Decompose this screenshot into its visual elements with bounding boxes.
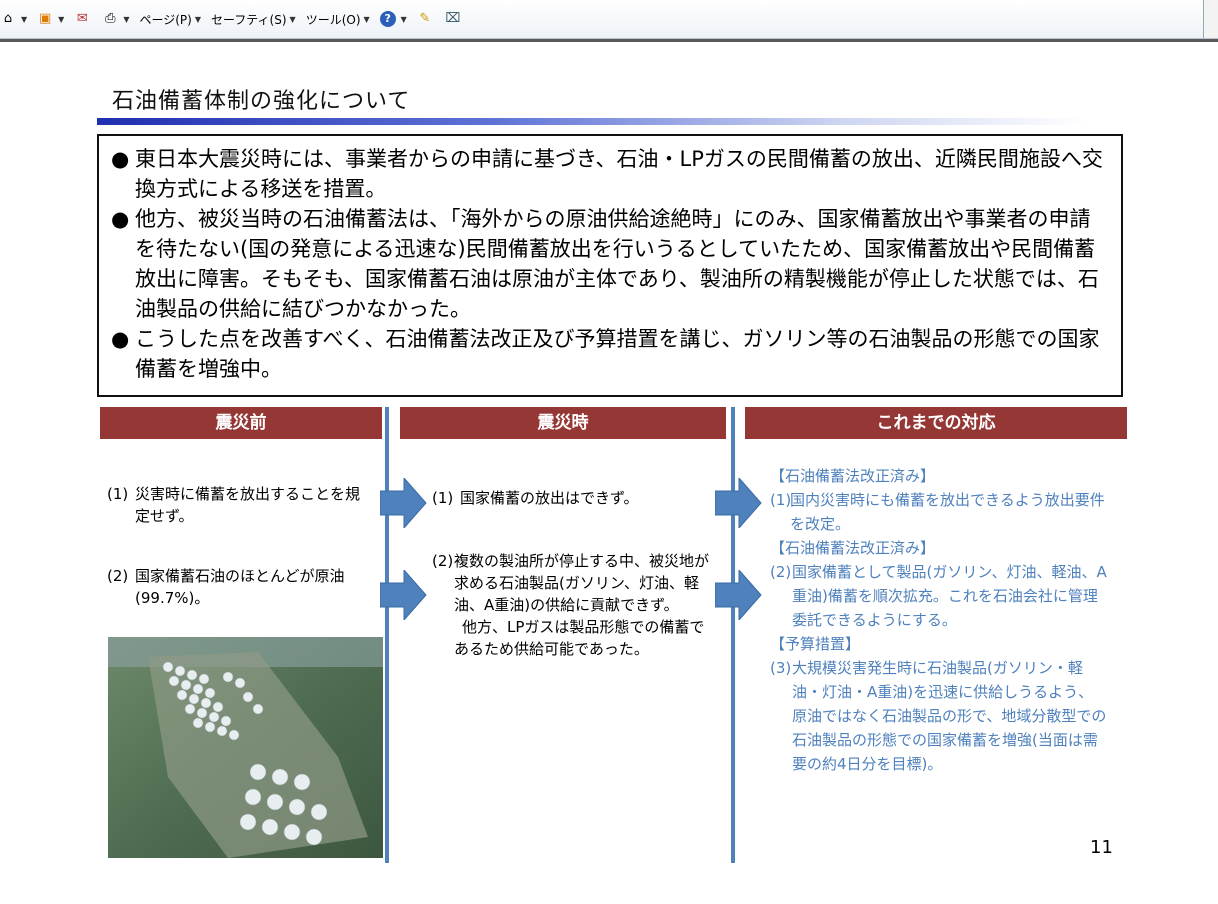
page-number: 11 (1090, 837, 1113, 858)
column-header-before: 震災前 (100, 407, 382, 439)
tools-menu[interactable]: ツール(O) ▼ (306, 9, 370, 29)
arrow-right-icon (380, 570, 427, 620)
response-heading: 【予算措置】 (770, 635, 861, 653)
bullet-text: 他方、被災当時の石油備蓄法は、「海外からの原油供給途絶時」にのみ、国家備蓄放出や… (135, 207, 1099, 321)
oil-storage-aerial-photo (108, 637, 383, 858)
item-number: (1) (770, 491, 792, 509)
browser-command-bar: ⌂ ▼ ▣ ▼ ✉ ⎙ ▼ ページ(P) ▼ セーフティ(S) ▼ ツール(O) ▼ ? ▼ … (0, 0, 1218, 42)
page-menu[interactable]: ページ(P) ▼ (139, 9, 201, 29)
chevron-down-icon: ▼ (58, 14, 65, 24)
column-divider (385, 407, 389, 863)
item-number: (1) (107, 485, 129, 503)
mail-icon: ✉ (76, 11, 88, 26)
bullet-dot: ● (111, 207, 130, 231)
translate-icon: ⌧ (445, 11, 461, 26)
arrow-right-icon (715, 478, 762, 528)
item-text: 国家備蓄の放出はできず。 (460, 489, 639, 507)
during-item-2: (2) 複数の製油所が停止する中、被災地が求める石油製品(ガソリン、灯油、軽油、A… (432, 550, 714, 660)
research-icon: ✎ (419, 11, 431, 26)
bullet-text: こうした点を改善すべく、石油備蓄法改正及び予算措置を講じ、ガソリン等の石油製品の… (135, 327, 1100, 381)
bullet-text: 東日本大震災時には、事業者からの申請に基づき、石油・LPガスの民間備蓄の放出、近… (135, 147, 1103, 201)
item-text: 大規模災害発生時に石油製品(ガソリン・軽油・灯油・A重油)を迅速に供給しうるよう… (792, 659, 1107, 773)
summary-box: ● 東日本大震災時には、事業者からの申請に基づき、石油・LPガスの民間備蓄の放出… (97, 134, 1123, 397)
safety-menu-label: セーフティ(S) (211, 12, 287, 27)
item-number: (3) (770, 659, 792, 677)
arrow-right-icon (715, 570, 762, 620)
title-underline-bar (97, 118, 1087, 125)
column-header-response: これまでの対応 (745, 407, 1127, 439)
response-heading: 【石油備蓄法改正済み】 (770, 467, 936, 485)
home-icon: ⌂ (3, 11, 13, 26)
response-list: 【石油備蓄法改正済み】 (1) 国内災害時にも備蓄を放出できるよう放出要件を改定。… (770, 464, 1108, 776)
mail-button[interactable]: ✉ (74, 9, 92, 29)
home-button[interactable]: ⌂ ▼ (0, 9, 27, 29)
item-number: (1) (432, 489, 454, 507)
page-menu-label: ページ(P) (139, 12, 192, 27)
item-number: (2) (432, 552, 454, 570)
response-item: (1) 国内災害時にも備蓄を放出できるよう放出要件を改定。 (770, 488, 1108, 536)
chevron-down-icon: ▼ (400, 14, 407, 24)
printer-icon: ⎙ (105, 11, 116, 26)
item-text: 災害時に備蓄を放出することを規定せず。 (135, 485, 361, 525)
bullet-dot: ● (111, 327, 130, 351)
summary-bullet: ● こうした点を改善すべく、石油備蓄法改正及び予算措置を講じ、ガソリン等の石油製… (111, 324, 1111, 384)
rss-icon: ▣ (39, 11, 52, 26)
scrollbar-stub[interactable] (1203, 0, 1218, 38)
translate-button[interactable]: ⌧ (445, 9, 463, 29)
summary-bullet: ● 東日本大震災時には、事業者からの申請に基づき、石油・LPガスの民間備蓄の放出… (111, 144, 1111, 204)
item-number: (2) (107, 567, 129, 585)
tools-menu-label: ツール(O) (305, 12, 361, 27)
summary-bullet: ● 他方、被災当時の石油備蓄法は、「海外からの原油供給途絶時」にのみ、国家備蓄放… (111, 204, 1111, 324)
before-item-2: (2) 国家備蓄石油のほとんどが原油(99.7%)。 (107, 565, 369, 609)
chevron-down-icon: ▼ (21, 14, 28, 24)
slide-title: 石油備蓄体制の強化について (112, 89, 411, 114)
during-item-1: (1) 国家備蓄の放出はできず。 (432, 487, 722, 509)
research-button[interactable]: ✎ (417, 9, 435, 29)
item-text: 国家備蓄石油のほとんどが原油(99.7%)。 (135, 567, 345, 607)
response-item: (2) 国家備蓄として製品(ガソリン、灯油、軽油、A重油)備蓄を順次拡充。これを石… (770, 560, 1108, 632)
item-text: 複数の製油所が停止する中、被災地が求める石油製品(ガソリン、灯油、軽油、A重油)… (454, 552, 710, 614)
item-number: (2) (770, 563, 792, 581)
chevron-down-icon: ▼ (363, 14, 370, 24)
chevron-down-icon: ▼ (289, 14, 296, 24)
print-button[interactable]: ⎙ ▼ (102, 9, 129, 29)
item-text: 国家備蓄として製品(ガソリン、灯油、軽油、A重油)備蓄を順次拡充。これを石油会社… (792, 563, 1107, 629)
feeds-button[interactable]: ▣ ▼ (37, 9, 64, 29)
response-heading: 【石油備蓄法改正済み】 (770, 539, 936, 557)
safety-menu[interactable]: セーフティ(S) ▼ (211, 9, 296, 29)
response-item: (3) 大規模災害発生時に石油製品(ガソリン・軽油・灯油・A重油)を迅速に供給しう… (770, 656, 1108, 776)
bullet-dot: ● (111, 147, 130, 171)
chevron-down-icon: ▼ (123, 14, 130, 24)
before-item-1: (1) 災害時に備蓄を放出することを規定せず。 (107, 483, 369, 527)
column-divider (731, 407, 735, 863)
chevron-down-icon: ▼ (194, 14, 201, 24)
arrow-right-icon (380, 478, 427, 528)
help-button[interactable]: ? ▼ (379, 9, 407, 29)
item-text: 国内災害時にも備蓄を放出できるよう放出要件を改定。 (790, 491, 1105, 533)
item-text: 他方、LPガスは製品形態での備蓄であるため供給可能であった。 (454, 618, 705, 658)
help-icon: ? (379, 11, 396, 27)
column-header-during: 震災時 (400, 407, 726, 439)
